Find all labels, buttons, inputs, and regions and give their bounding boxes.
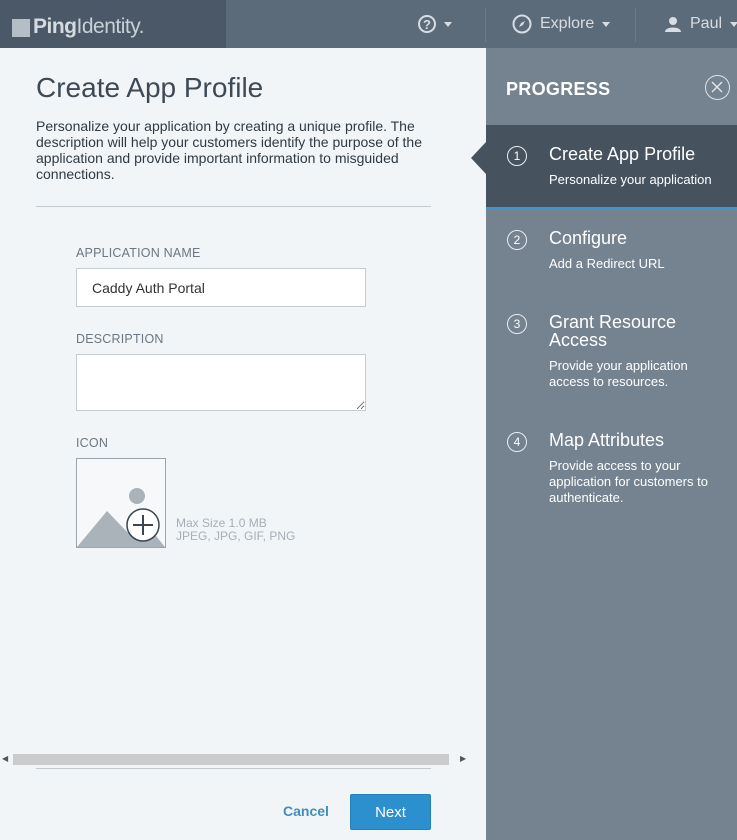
progress-step-grant-resource-access: 3 Grant Resource Access Provide your app… — [486, 293, 737, 403]
divider — [36, 206, 431, 207]
step-title: Map Attributes — [549, 430, 665, 450]
close-icon[interactable] — [705, 75, 730, 100]
scroll-right-icon[interactable]: ▶ — [460, 754, 466, 763]
help-menu[interactable]: ? — [418, 0, 452, 48]
page-description: Personalize your application by creating… — [36, 118, 422, 182]
chevron-down-icon — [602, 21, 611, 27]
step-subtitle: Provide access to your application for c… — [549, 458, 708, 505]
step-number: 1 — [507, 146, 527, 166]
application-name-label: APPLICATION NAME — [76, 246, 201, 260]
step-title: Create App Profile — [549, 144, 696, 164]
step-title: Configure — [549, 228, 628, 248]
progress-step-map-attributes: 4 Map Attributes Provide access to your … — [486, 411, 737, 521]
top-navigation-bar: PingIdentity. ? Explore Paul — [0, 0, 737, 48]
chevron-down-icon — [730, 21, 737, 27]
cancel-button[interactable]: Cancel — [283, 803, 329, 819]
image-placeholder-icon — [77, 488, 165, 547]
description-label: DESCRIPTION — [76, 332, 164, 346]
icon-upload-hint: Max Size 1.0 MB JPEG, JPG, GIF, PNG — [176, 517, 295, 543]
explore-label: Explore — [540, 15, 595, 32]
step-title: Grant Resource Access — [549, 312, 677, 350]
page-title: Create App Profile — [36, 72, 264, 103]
logo-mark-icon — [12, 19, 30, 37]
nav-divider — [485, 8, 486, 42]
progress-title: PROGRESS — [506, 79, 611, 99]
horizontal-scrollbar[interactable]: ◀ ▶ — [0, 752, 470, 766]
create-app-profile-form: Create App Profile Personalize your appl… — [0, 48, 486, 840]
icon-label: ICON — [76, 436, 109, 450]
step-number: 4 — [507, 432, 527, 452]
user-icon — [665, 17, 681, 32]
nav-divider — [635, 8, 636, 42]
description-textarea[interactable] — [76, 354, 366, 411]
progress-step-create-app-profile: 1 Create App Profile Personalize your ap… — [471, 125, 737, 209]
step-number: 3 — [507, 314, 527, 334]
help-icon: ? — [418, 15, 436, 33]
active-step-pointer — [471, 142, 486, 174]
step-subtitle: Personalize your application — [549, 172, 712, 187]
logo-area[interactable]: PingIdentity. — [0, 0, 226, 48]
compass-icon — [512, 14, 532, 34]
logo-text: PingIdentity. — [33, 15, 144, 38]
step-subtitle: Add a Redirect URL — [549, 256, 665, 271]
user-menu[interactable]: Paul — [664, 0, 737, 48]
progress-panel: PROGRESS 1 Create App Profile Personaliz… — [471, 48, 737, 840]
next-button[interactable]: Next — [350, 794, 431, 830]
step-subtitle: Provide your application access to resou… — [549, 358, 688, 389]
scrollbar-thumb[interactable] — [13, 754, 449, 765]
application-name-input[interactable] — [76, 268, 366, 307]
step-number: 2 — [507, 230, 527, 250]
close-x-glyph — [711, 81, 723, 93]
progress-step-configure: 2 Configure Add a Redirect URL — [486, 209, 737, 289]
chevron-down-icon — [444, 21, 452, 27]
footer-divider — [36, 768, 431, 769]
scroll-left-icon[interactable]: ◀ — [2, 754, 8, 763]
explore-menu[interactable]: Explore — [512, 0, 611, 48]
user-name: Paul — [690, 15, 723, 32]
icon-upload[interactable] — [76, 458, 166, 548]
icon-file-types: JPEG, JPG, GIF, PNG — [176, 529, 296, 543]
